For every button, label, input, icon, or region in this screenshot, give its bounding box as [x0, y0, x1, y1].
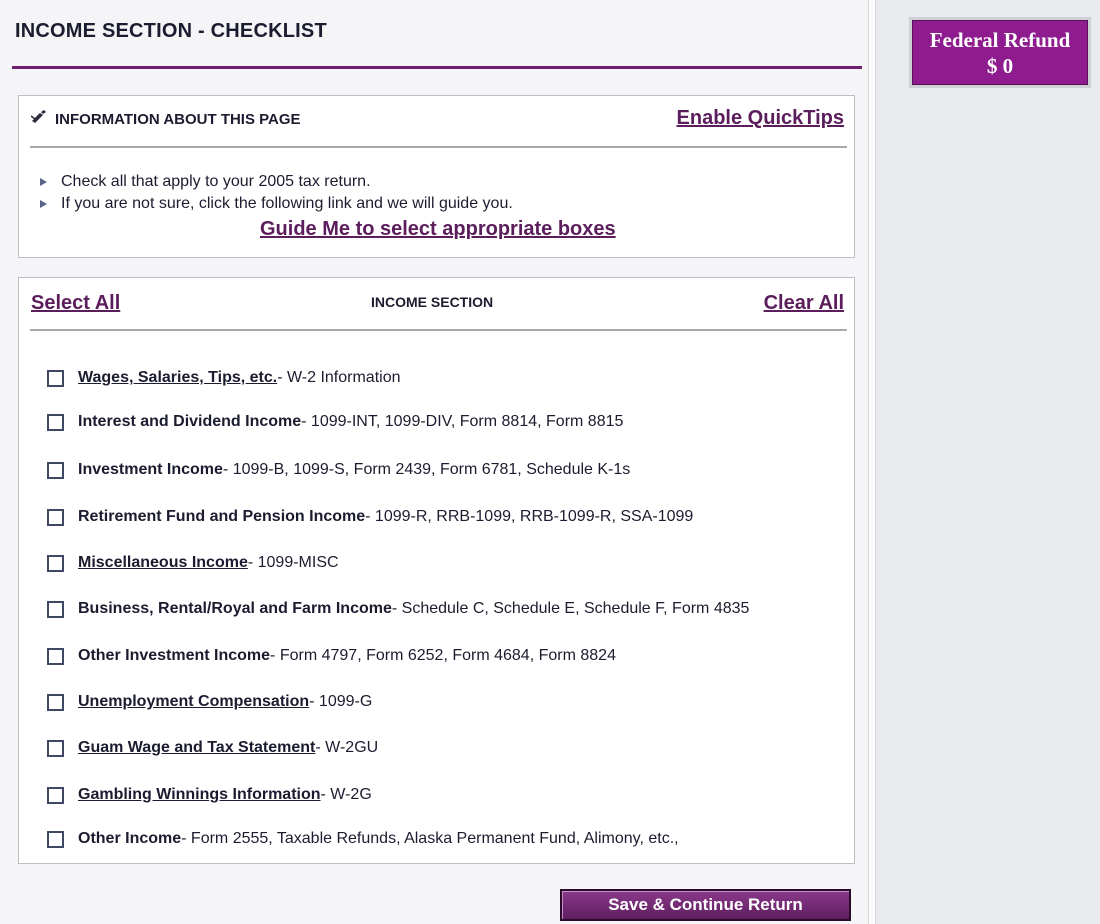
- item-label-link[interactable]: Gambling Winnings Information: [78, 786, 321, 804]
- information-divider: [30, 146, 847, 148]
- income-item-guam-wage: Guam Wage and Tax Statement - W-2GU: [47, 736, 378, 760]
- item-detail: - 1099-B, 1099-S, Form 2439, Form 6781, …: [222, 461, 631, 478]
- triangle-right-icon: [40, 200, 47, 208]
- item-detail: - 1099-MISC: [247, 554, 339, 571]
- item-detail: - 1099-INT, 1099-DIV, Form 8814, Form 88…: [301, 413, 624, 430]
- checkbox[interactable]: [47, 693, 64, 711]
- income-section-heading: INCOME SECTION: [371, 294, 494, 310]
- title-divider: [12, 66, 862, 69]
- income-item-interest-dividend: Interest and Dividend Income - 1099-INT,…: [47, 410, 623, 434]
- item-label-link[interactable]: Miscellaneous Income: [78, 554, 248, 572]
- checkbox[interactable]: [47, 830, 64, 848]
- item-label-link[interactable]: Unemployment Compensation: [78, 693, 309, 711]
- federal-refund-label: Federal Refund: [929, 27, 1071, 52]
- bullet-item: If you are not sure, click the following…: [39, 193, 513, 215]
- checkbox[interactable]: [47, 647, 64, 665]
- checkbox[interactable]: [47, 554, 64, 572]
- item-label-link[interactable]: Guam Wage and Tax Statement: [78, 739, 315, 757]
- item-detail: - W-2GU: [315, 739, 379, 756]
- item-detail: - Form 2555, Taxable Refunds, Alaska Per…: [181, 830, 679, 847]
- income-item-business-rental-farm: Business, Rental/Royal and Farm Income -…: [47, 597, 749, 621]
- save-continue-button[interactable]: Save & Continue Return: [560, 889, 851, 921]
- item-label: Other Income: [78, 830, 182, 847]
- item-detail: - W-2G: [320, 786, 372, 803]
- bullet-text: Check all that apply to your 2005 tax re…: [61, 173, 371, 190]
- checkbox[interactable]: [47, 413, 64, 431]
- checkbox[interactable]: [47, 739, 64, 757]
- column-separator: [868, 0, 876, 924]
- item-label: Retirement Fund and Pension Income: [78, 508, 366, 525]
- checkbox[interactable]: [47, 461, 64, 479]
- item-label: Business, Rental/Royal and Farm Income: [78, 600, 392, 617]
- guide-me-link[interactable]: Guide Me to select appropriate boxes: [260, 218, 616, 241]
- income-item-miscellaneous: Miscellaneous Income - 1099-MISC: [47, 551, 339, 575]
- clear-all-link[interactable]: Clear All: [764, 292, 844, 315]
- income-item-other-investment: Other Investment Income - Form 4797, For…: [47, 644, 616, 668]
- income-item-gambling: Gambling Winnings Information - W-2G: [47, 783, 372, 807]
- information-heading: INFORMATION ABOUT THIS PAGE: [55, 111, 301, 128]
- information-bullets: Check all that apply to your 2005 tax re…: [39, 171, 513, 215]
- income-item-wages: Wages, Salaries, Tips, etc. - W-2 Inform…: [47, 366, 401, 390]
- item-label: Interest and Dividend Income: [78, 413, 302, 430]
- information-panel: INFORMATION ABOUT THIS PAGE Enable Quick…: [18, 95, 855, 258]
- item-detail: - 1099-R, RRB-1099, RRB-1099-R, SSA-1099: [365, 508, 694, 525]
- item-detail: - Schedule C, Schedule E, Schedule F, Fo…: [391, 600, 750, 617]
- item-detail: - W-2 Information: [277, 369, 401, 386]
- main-content: INCOME SECTION - CHECKLIST INFORMATION A…: [0, 0, 868, 924]
- item-label-link[interactable]: Wages, Salaries, Tips, etc.: [78, 369, 277, 387]
- checkbox[interactable]: [47, 508, 64, 526]
- income-item-unemployment: Unemployment Compensation - 1099-G: [47, 690, 372, 714]
- bullet-item: Check all that apply to your 2005 tax re…: [39, 171, 513, 193]
- checkbox[interactable]: [47, 600, 64, 618]
- pen-check-icon: [31, 110, 46, 123]
- item-label: Investment Income: [78, 461, 223, 478]
- income-item-other-income: Other Income - Form 2555, Taxable Refund…: [47, 827, 679, 851]
- federal-refund-box: Federal Refund $ 0: [909, 17, 1091, 88]
- income-item-investment: Investment Income - 1099-B, 1099-S, Form…: [47, 458, 630, 482]
- checkbox[interactable]: [47, 786, 64, 804]
- select-all-link[interactable]: Select All: [31, 292, 120, 315]
- page-title: INCOME SECTION - CHECKLIST: [15, 20, 327, 42]
- bullet-text: If you are not sure, click the following…: [61, 195, 513, 212]
- checkbox[interactable]: [47, 369, 64, 387]
- item-detail: - 1099-G: [309, 693, 373, 710]
- item-detail: - Form 4797, Form 6252, Form 4684, Form …: [270, 647, 616, 664]
- federal-refund-amount: $ 0: [986, 53, 1014, 78]
- income-divider: [30, 329, 847, 331]
- item-label: Other Investment Income: [78, 647, 271, 664]
- triangle-right-icon: [40, 178, 47, 186]
- enable-quicktips-link[interactable]: Enable QuickTips: [677, 107, 844, 130]
- income-item-retirement: Retirement Fund and Pension Income - 109…: [47, 505, 693, 529]
- income-section-panel: Select All INCOME SECTION Clear All Wage…: [18, 277, 855, 864]
